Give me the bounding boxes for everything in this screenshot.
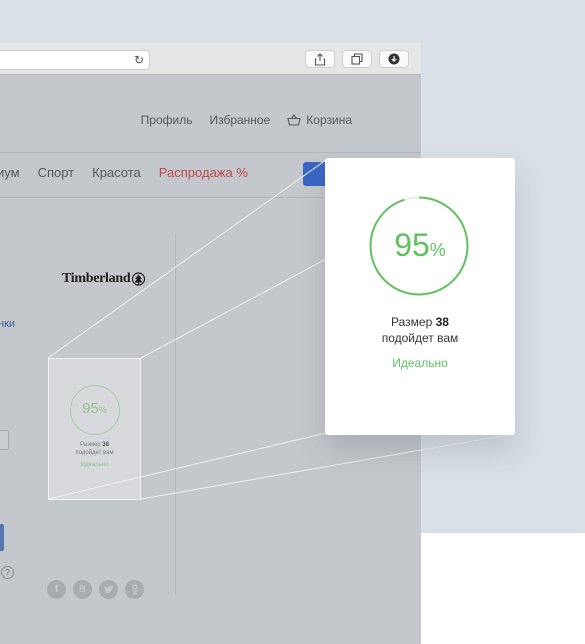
mini-verdict: Идеально — [80, 462, 109, 468]
fit-percent-value: 95 — [394, 227, 430, 263]
mini-percent: 95% — [82, 400, 107, 417]
background-white-corner — [421, 533, 585, 644]
tree-icon — [132, 272, 146, 286]
nav-item-sale[interactable]: Распродажа % — [159, 165, 248, 180]
fit-percent-sign: % — [429, 240, 446, 260]
profile-link[interactable]: Профиль — [141, 113, 193, 127]
downloads-button[interactable] — [379, 50, 409, 68]
cart-label: Корзина — [306, 113, 352, 127]
size-guide-link[interactable]: нки — [0, 318, 15, 330]
brand-logo: Timberland — [62, 271, 146, 287]
brand-name: Timberland — [62, 271, 131, 286]
cart-link[interactable]: Корзина — [287, 113, 352, 127]
fit-verdict: Идеально — [392, 356, 448, 370]
facebook-icon[interactable]: f — [47, 580, 66, 599]
nav-item-premium[interactable]: иум — [0, 165, 20, 180]
header-links: Профиль Избранное Корзина — [141, 113, 352, 127]
odnoklassniki-icon[interactable] — [125, 580, 144, 599]
share-button[interactable] — [305, 50, 335, 68]
add-to-cart-button[interactable] — [0, 524, 4, 551]
download-icon — [388, 53, 400, 65]
reload-icon[interactable]: ↻ — [134, 53, 144, 67]
share-icon — [314, 52, 326, 66]
basket-icon — [287, 114, 301, 126]
social-links: f B — [47, 580, 144, 599]
nav-item-beauty[interactable]: Красота — [92, 165, 141, 180]
size-prefix: Размер — [391, 315, 433, 329]
tabs-button[interactable] — [342, 50, 372, 68]
twitter-icon[interactable] — [99, 580, 118, 599]
tabs-icon — [351, 53, 363, 65]
help-icon[interactable]: ? — [1, 566, 14, 579]
size-fit-popup-card: 95% Размер 38 подойдет вам Идеально — [325, 158, 515, 435]
browser-toolbar: ↻ — [0, 43, 421, 75]
mini-size-text: Размер 38 подойдет вам — [75, 442, 114, 456]
nav-item-sport[interactable]: Спорт — [38, 165, 75, 180]
address-bar[interactable]: ↻ — [0, 50, 150, 70]
favorites-link[interactable]: Избранное — [209, 113, 270, 127]
column-divider — [175, 235, 176, 595]
size-select[interactable] — [0, 430, 9, 450]
vk-icon[interactable]: B — [73, 580, 92, 599]
size-value: 38 — [435, 315, 449, 329]
size-fit-widget-thumbnail[interactable]: 95% Размер 38 подойдет вам Идеально — [48, 358, 141, 500]
fit-percent: 95% — [325, 229, 515, 266]
fit-text: подойдет вам — [381, 331, 459, 345]
size-line: Размер 38 — [325, 315, 515, 329]
